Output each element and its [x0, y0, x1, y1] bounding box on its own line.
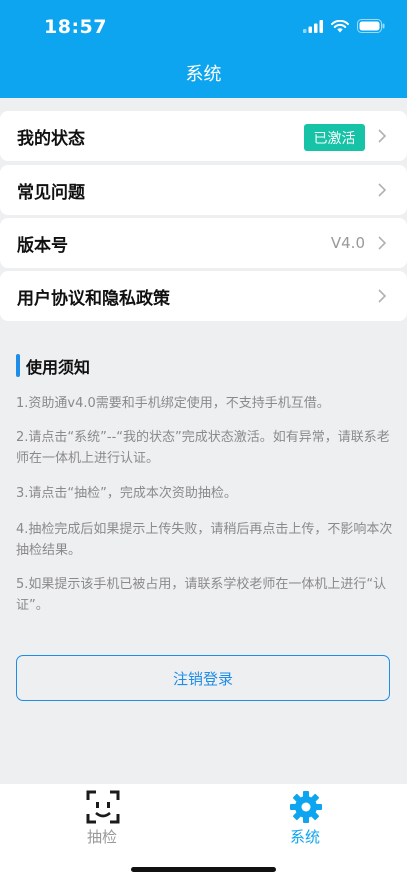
menu-item-my-status[interactable]: 我的状态 已激活: [0, 111, 407, 161]
status-icons: [303, 19, 385, 33]
chevron-right-icon: [378, 236, 387, 250]
notice-item: 2.请点击“系统”--“我的状态”完成状态激活。如有异常，请联系老师在一体机上进…: [16, 430, 390, 466]
menu-item-privacy-policy[interactable]: 用户协议和隐私政策: [0, 271, 407, 321]
battery-icon: [357, 19, 385, 33]
menu-item-label: 版本号: [17, 235, 68, 256]
tab-label: 系统: [289, 828, 320, 846]
tab-system[interactable]: 系统: [245, 788, 365, 846]
gear-icon: [290, 791, 322, 823]
status-bar: 18:57: [0, 0, 407, 52]
menu-item-label: 我的状态: [17, 128, 85, 149]
notice-item: 1.资助通v4.0需要和手机绑定使用，不支持手机互借。: [16, 396, 330, 411]
menu-item-label: 常见问题: [17, 182, 85, 203]
status-time: 18:57: [44, 16, 107, 38]
notice-accent-bar: [16, 354, 20, 377]
wifi-icon: [331, 19, 349, 32]
logout-button[interactable]: 注销登录: [16, 655, 390, 701]
page-title: 系统: [185, 64, 222, 85]
notice-item: 5.如果提示该手机已被占用，请联系学校老师在一体机上进行“认证”。: [16, 577, 387, 613]
menu-item-faq[interactable]: 常见问题: [0, 165, 407, 215]
chevron-right-icon: [378, 129, 387, 143]
home-indicator: [131, 867, 276, 872]
tab-spot-check[interactable]: 抽检: [42, 788, 162, 846]
menu-item-label: 用户协议和隐私政策: [17, 288, 170, 309]
notice-item: 4.抽检完成后如果提示上传失败，请稍后再点击上传，不影响本次抽检结果。: [16, 522, 393, 558]
signal-icon: [303, 19, 323, 33]
notice-item: 3.请点击“抽检”，完成本次资助抽检。: [16, 486, 237, 501]
menu-item-version[interactable]: 版本号 V4.0: [0, 218, 407, 268]
face-scan-icon: [86, 790, 120, 824]
app-header: 18:57 系统: [0, 0, 407, 98]
chevron-right-icon: [378, 289, 387, 303]
notice-title: 使用须知: [26, 358, 91, 377]
version-value: V4.0: [330, 234, 365, 252]
chevron-right-icon: [378, 183, 387, 197]
status-badge: 已激活: [304, 124, 365, 151]
tab-label: 抽检: [86, 828, 117, 846]
